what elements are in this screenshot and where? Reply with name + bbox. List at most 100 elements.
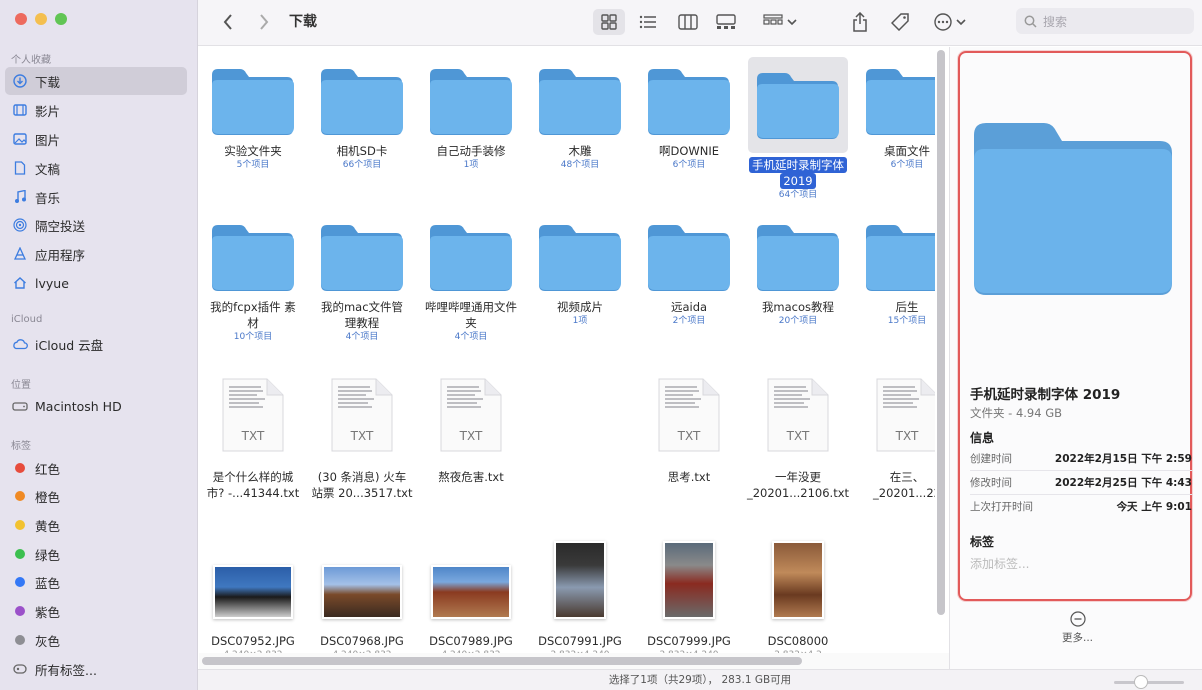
row-key: 上次打开时间 — [970, 501, 1033, 513]
back-button[interactable] — [216, 9, 240, 35]
row-key: 修改时间 — [970, 477, 1012, 489]
sidebar-tag-gray[interactable]: 灰色 — [5, 626, 187, 654]
image-file-item[interactable]: DSC080002,832×4,2 — [744, 535, 852, 653]
item-name-line1: 是个什么样的城 — [212, 470, 294, 484]
sidebar-item-icloud-drive[interactable]: iCloud 云盘 — [5, 330, 187, 358]
photo-thumbnail — [322, 565, 402, 619]
folder-thumbnail — [646, 223, 732, 295]
sidebar-tag-orange[interactable]: 橙色 — [5, 482, 187, 510]
music-icon — [12, 189, 28, 205]
folder-item[interactable]: 手机延时录制字体2019 64个项目 — [744, 57, 852, 202]
sidebar-item-documents[interactable]: 文稿 — [5, 154, 187, 182]
sidebar-item-label: 黄色 — [35, 518, 61, 534]
sidebar-item-music[interactable]: 音乐 — [5, 183, 187, 211]
sidebar-tag-red[interactable]: 红色 — [5, 454, 187, 482]
sidebar-tag-purple[interactable]: 紫色 — [5, 597, 187, 625]
folder-thumbnail — [748, 57, 848, 153]
item-name-wrap: 我的fcpx插件 素材 — [199, 299, 307, 331]
forward-button[interactable] — [252, 9, 276, 35]
folder-item[interactable]: 自己动手装修 1项 — [417, 67, 525, 172]
cloud-icon — [12, 336, 28, 352]
sidebar-item-applications[interactable]: 应用程序 — [5, 240, 187, 268]
search-field[interactable]: 搜索 — [1016, 8, 1194, 34]
text-file-item[interactable]: TXT 思考.txt — [635, 377, 743, 485]
image-file-item[interactable]: DSC07952.JPG4,240×2,832 — [199, 535, 307, 653]
minimize-window-button[interactable] — [35, 13, 47, 25]
folder-item[interactable]: 我的mac文件管 理教程 4个项目 — [308, 223, 416, 344]
status-text: 选择了1项（共29项）， 283.1 GB可用 — [608, 674, 792, 686]
text-file-item[interactable]: TXT 在三、 _20201...22 — [853, 377, 935, 501]
folder-item[interactable]: 视频成片 1项 — [526, 223, 634, 328]
sidebar-item-pictures[interactable]: 图片 — [5, 125, 187, 153]
photo-icon — [12, 131, 28, 147]
item-count: 64个项目 — [778, 190, 818, 200]
folder-item[interactable]: 远aida 2个项目 — [635, 223, 743, 328]
row-key: 创建时间 — [970, 453, 1012, 465]
icon-size-slider-track[interactable] — [1114, 681, 1184, 684]
folder-item[interactable]: 桌面文件 6个项目 — [853, 67, 935, 172]
preview-tags-header: 标签 — [970, 535, 995, 549]
photo-thumbnail — [213, 565, 293, 619]
photo-thumbnail-holder — [744, 535, 852, 619]
photo-thumbnail — [772, 541, 824, 619]
zoom-window-button[interactable] — [55, 13, 67, 25]
group-by-button[interactable] — [758, 9, 802, 35]
sidebar-tag-yellow[interactable]: 黄色 — [5, 511, 187, 539]
folder-item[interactable]: 啊DOWNIE 6个项目 — [635, 67, 743, 172]
sidebar-all-tags[interactable]: 所有标签... — [5, 655, 187, 683]
folder-icon — [430, 225, 512, 291]
folder-item[interactable]: 木雕 48个项目 — [526, 67, 634, 172]
item-count: 48个项目 — [560, 160, 600, 170]
icon-size-slider-knob[interactable] — [1134, 675, 1148, 689]
text-file-item[interactable]: TXT 熬夜危害.txt — [417, 377, 525, 485]
image-file-item[interactable]: DSC07989.JPG4,240×2,832 — [417, 535, 525, 653]
folder-thumbnail — [428, 223, 514, 295]
item-name-wrap: 我的mac文件管 理教程 — [308, 299, 416, 331]
horizontal-scrollbar[interactable] — [202, 657, 802, 665]
item-name-line1: 我的fcpx插件 素 — [210, 300, 296, 314]
section-favorites-title: 个人收藏 — [11, 55, 51, 66]
item-name-line2: 站票 20...3517.txt — [311, 486, 413, 500]
sidebar-item-macintosh-hd[interactable]: Macintosh HD — [5, 392, 187, 420]
folder-item[interactable]: 实验文件夹 5个项目 — [199, 67, 307, 172]
sidebar-item-label: lvyue — [35, 275, 69, 291]
folder-thumbnail — [319, 67, 405, 139]
folder-item[interactable]: 哔哩哔哩通用文件夹 4个项目 — [417, 223, 525, 344]
sidebar-item-home[interactable]: lvyue — [5, 269, 187, 297]
add-tag-field[interactable]: 添加标签... — [970, 555, 1029, 572]
columns-icon — [678, 14, 698, 30]
sidebar-tag-blue[interactable]: 蓝色 — [5, 568, 187, 596]
more-button[interactable]: 更多... — [1062, 611, 1093, 645]
folder-item[interactable]: 我的fcpx插件 素材 10个项目 — [199, 223, 307, 344]
folder-icon — [212, 69, 294, 135]
image-file-item[interactable]: DSC07999.JPG2,832×4,240 — [635, 535, 743, 653]
item-name-line2: _20201...2106.txt — [746, 486, 850, 500]
image-file-item[interactable]: DSC07991.JPG2,832×4,240 — [526, 535, 634, 653]
sidebar-item-movies[interactable]: 影片 — [5, 96, 187, 124]
gallery-view-button[interactable] — [712, 9, 740, 35]
tag-button[interactable] — [886, 9, 914, 35]
text-file-item[interactable]: TXT 是个什么样的城 市? -...41344.txt — [199, 377, 307, 501]
sidebar-item-downloads[interactable]: 下载 — [5, 67, 187, 95]
item-name-wrap: 思考.txt — [635, 469, 743, 485]
image-file-item[interactable]: DSC07968.JPG4,240×2,832 — [308, 535, 416, 653]
close-window-button[interactable] — [15, 13, 27, 25]
text-file-item[interactable]: TXT (30 条消息) 火车 站票 20...3517.txt — [308, 377, 416, 501]
folder-item[interactable]: 后生 15个项目 — [853, 223, 935, 328]
icon-view-button[interactable] — [593, 9, 625, 35]
file-type-badge: TXT — [786, 429, 810, 443]
vertical-scrollbar[interactable] — [937, 50, 945, 615]
window-controls — [15, 13, 67, 25]
folder-item[interactable]: 我macos教程 20个项目 — [744, 223, 852, 328]
more-actions-button[interactable] — [930, 9, 970, 35]
share-button[interactable] — [846, 9, 874, 35]
column-view-button[interactable] — [674, 9, 702, 35]
sidebar-item-airdrop[interactable]: 隔空投送 — [5, 211, 187, 239]
sidebar-tag-green[interactable]: 绿色 — [5, 540, 187, 568]
folder-icon — [648, 69, 730, 135]
folder-thumbnail — [428, 67, 514, 139]
text-file-item[interactable]: TXT 一年没更 _20201...2106.txt — [744, 377, 852, 501]
list-view-button[interactable] — [634, 9, 662, 35]
text-file-icon: TXT — [657, 377, 721, 453]
folder-item[interactable]: 相机SD卡 66个项目 — [308, 67, 416, 172]
